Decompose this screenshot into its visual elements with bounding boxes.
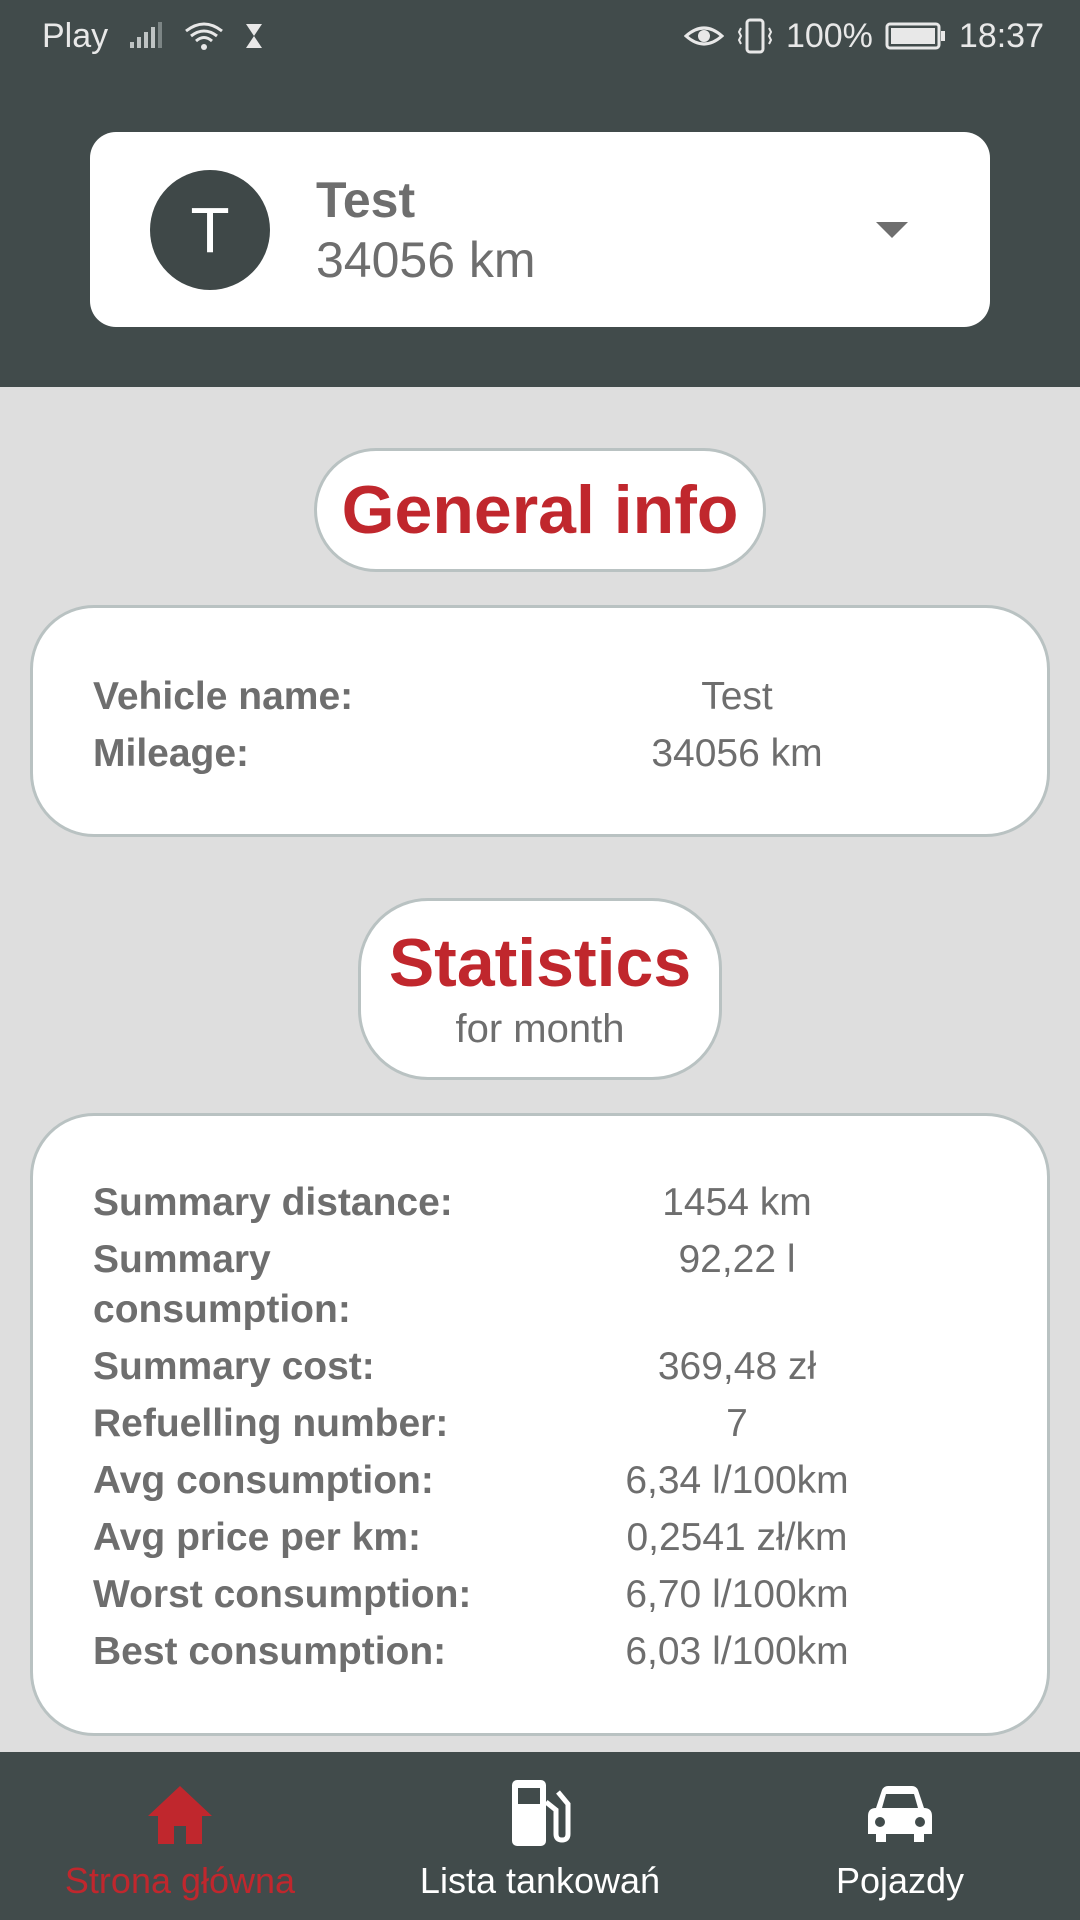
nav-label-vehicles: Pojazdy [835, 1860, 965, 1901]
info-row: Mileage: 34056 km [93, 729, 1047, 779]
stat-label: Refuelling number: [93, 1402, 449, 1445]
stat-label: Worst consumption: [93, 1573, 472, 1616]
general-info-card: Vehicle name: Test Mileage: 34056 km [30, 605, 1050, 837]
nav-label-home: Strona główna [64, 1860, 296, 1901]
info-value: 34056 km [651, 732, 823, 775]
stat-row: Worst consumption: 6,70 l/100km [93, 1570, 1047, 1620]
battery-percent: 100% [785, 16, 873, 55]
stat-value: 369,48 zł [657, 1345, 817, 1388]
stat-value: 1454 km [662, 1181, 812, 1224]
stat-row: Summary consumption: 92,22 l [93, 1235, 1047, 1335]
avatar: T [150, 169, 270, 290]
eye-icon [683, 22, 724, 50]
car-icon [862, 1778, 938, 1850]
statistics-subtitle: for month [455, 1007, 625, 1051]
statistics-heading: Statistics for month [358, 898, 722, 1080]
info-label: Vehicle name: [93, 675, 354, 718]
general-info-title: General info [341, 472, 739, 548]
stat-label: Avg consumption: [93, 1459, 434, 1502]
stat-value: 6,70 l/100km [625, 1573, 849, 1616]
nav-label-refuels: Lista tankowań [419, 1860, 661, 1901]
stat-value: 0,2541 zł/km [626, 1516, 848, 1559]
vehicle-selector[interactable]: T Test 34056 km [90, 132, 990, 327]
stat-label: Summary distance: [93, 1181, 453, 1224]
hourglass-icon [244, 22, 264, 50]
stat-row: Avg price per km: 0,2541 zł/km [93, 1513, 1047, 1563]
stat-row: Avg consumption: 6,34 l/100km [93, 1456, 1047, 1506]
stat-label: Best consumption: [93, 1630, 447, 1673]
info-label: Mileage: [93, 732, 250, 775]
info-value: Test [701, 675, 773, 718]
stat-value: 6,34 l/100km [625, 1459, 849, 1502]
status-bar: Play 100% 18:37 [0, 0, 1080, 72]
nav-item-refuels[interactable]: Lista tankowań [360, 1752, 720, 1920]
wifi-icon [184, 21, 224, 51]
stat-value: 92,22 l [678, 1238, 796, 1281]
stat-row: Best consumption: 6,03 l/100km [93, 1627, 1047, 1677]
vehicle-info: Test 34056 km [316, 170, 876, 290]
statistics-title: Statistics [388, 925, 692, 1001]
clock: 18:37 [958, 16, 1044, 55]
vehicle-name: Test [316, 171, 416, 228]
stat-value: 6,03 l/100km [625, 1630, 849, 1673]
stat-label: Summary consumption: [93, 1238, 351, 1331]
fuel-pump-icon [504, 1778, 576, 1850]
general-info-heading: General info [314, 448, 766, 572]
stat-row: Summary distance: 1454 km [93, 1178, 1047, 1228]
stat-label: Summary cost: [93, 1345, 375, 1388]
vibrate-icon [736, 18, 774, 54]
stat-row: Summary cost: 369,48 zł [93, 1342, 1047, 1392]
bottom-navigation: Strona główna Lista tankowań Pojazdy [0, 1752, 1080, 1920]
nav-item-vehicles[interactable]: Pojazdy [720, 1752, 1080, 1920]
signal-icon [128, 22, 164, 50]
header: T Test 34056 km [0, 72, 1080, 387]
stat-row: Refuelling number: 7 [93, 1399, 1047, 1449]
battery-icon [885, 22, 947, 50]
nav-item-home[interactable]: Strona główna [0, 1752, 360, 1920]
stat-value: 7 [726, 1402, 748, 1445]
vehicle-mileage: 34056 km [316, 231, 536, 288]
info-row: Vehicle name: Test [93, 672, 1047, 722]
carrier-label: Play [42, 16, 109, 55]
stat-label: Avg price per km: [93, 1516, 421, 1559]
home-icon [144, 1778, 216, 1850]
statistics-card: Summary distance: 1454 km Summary consum… [30, 1113, 1050, 1736]
chevron-down-icon[interactable] [876, 221, 908, 238]
